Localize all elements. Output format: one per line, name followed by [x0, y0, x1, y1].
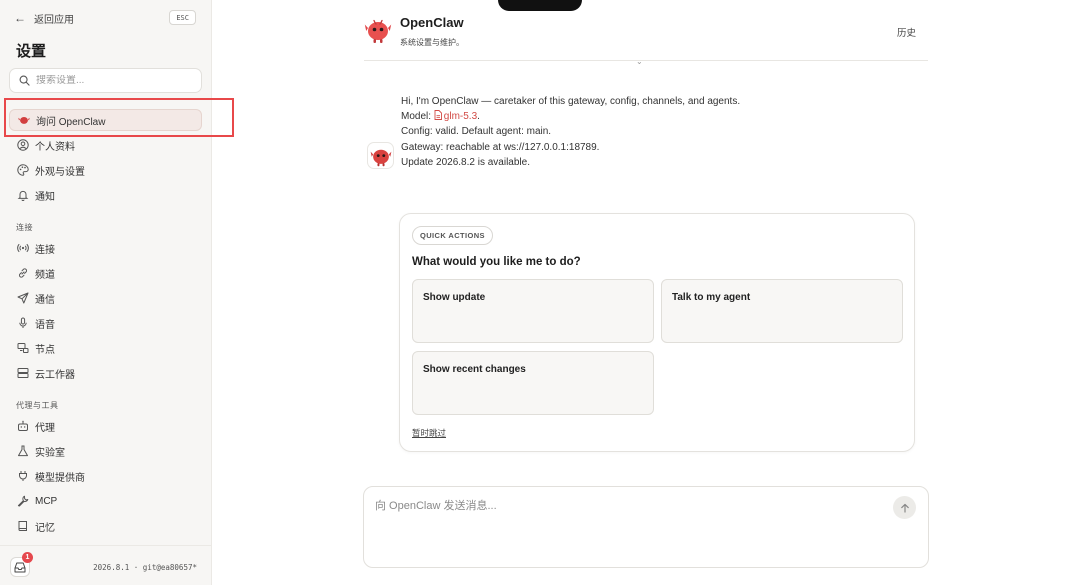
model-prefix: Model: — [401, 111, 434, 123]
sidebar-item-mcp[interactable]: MCP — [9, 490, 202, 512]
history-button[interactable]: 历史 — [897, 25, 916, 39]
sidebar-item-label: 外观与设置 — [35, 166, 85, 178]
arrow-left-icon: ← — [14, 11, 26, 25]
broadcast-icon — [17, 242, 29, 254]
palette-icon — [17, 164, 29, 176]
sidebar-item-label: 频道 — [35, 269, 55, 281]
send-button[interactable] — [893, 496, 916, 519]
sidebar-item-connection[interactable]: 连接 — [9, 237, 202, 259]
model-name: glm-5.3 — [443, 111, 478, 123]
sidebar-item-voice[interactable]: 语音 — [9, 312, 202, 334]
section-heading-connect: 连接 — [16, 223, 33, 232]
user-icon — [17, 139, 29, 151]
back-to-app-button[interactable]: ← 返回应用 ESC — [14, 10, 196, 26]
sidebar-item-label: 通知 — [35, 191, 55, 203]
sidebar-item-cloud-workers[interactable]: 云工作器 — [9, 362, 202, 384]
plug-icon — [17, 470, 29, 482]
openclaw-icon — [18, 114, 30, 126]
message-line: Config: valid. Default agent: main. — [401, 126, 552, 138]
sidebar-footer: 1 2026.8.1 · git@ea80657* — [0, 545, 212, 585]
back-label: 返回应用 — [34, 14, 74, 26]
flask-icon — [17, 445, 29, 457]
show-update-button[interactable]: Show update — [412, 279, 654, 343]
sidebar-item-messaging[interactable]: 通信 — [9, 287, 202, 309]
sidebar-item-label: 记忆 — [35, 522, 55, 534]
sidebar-item-ask-openclaw[interactable]: 询问 OpenClaw — [9, 109, 202, 131]
settings-sidebar: ← 返回应用 ESC 设置 询问 OpenClaw 个人资料 外观与设置 — [0, 0, 212, 585]
sidebar-item-channels[interactable]: 频道 — [9, 262, 202, 284]
openclaw-avatar-icon — [370, 149, 391, 166]
sidebar-item-appearance[interactable]: 外观与设置 — [9, 159, 202, 181]
talk-to-agent-button[interactable]: Talk to my agent — [661, 279, 903, 343]
search-icon — [19, 75, 30, 86]
sidebar-item-label: 通信 — [35, 294, 55, 306]
sidebar-item-memory[interactable]: 记忆 — [9, 515, 202, 537]
sidebar-item-label: MCP — [35, 495, 58, 507]
app-title: OpenClaw — [400, 15, 464, 30]
settings-title: 设置 — [16, 43, 47, 60]
microphone-icon — [17, 317, 29, 329]
robot-icon — [17, 420, 29, 432]
message-line: Gateway: reachable at ws://127.0.0.1:187… — [401, 141, 600, 153]
sidebar-item-label: 节点 — [35, 344, 55, 356]
sidebar-item-agents[interactable]: 代理 — [9, 415, 202, 437]
assistant-avatar — [367, 142, 394, 169]
model-link[interactable]: glm-5.3 — [434, 110, 478, 123]
show-recent-changes-button[interactable]: Show recent changes — [412, 351, 654, 415]
sidebar-item-label: 实验室 — [35, 447, 65, 459]
scrolled-text-fragment: ⌄ — [636, 57, 643, 66]
quick-actions-question: What would you like me to do? — [412, 256, 581, 268]
message-input[interactable] — [375, 497, 875, 537]
nodes-icon — [17, 342, 29, 354]
sidebar-item-label: 语音 — [35, 319, 55, 331]
app-subtitle: 系统设置与维护。 — [400, 38, 464, 47]
section-heading-agents-tools: 代理与工具 — [16, 401, 59, 410]
message-line: Update 2026.8.2 is available. — [401, 156, 530, 168]
openclaw-logo-icon — [364, 16, 392, 49]
inbox-icon — [14, 562, 26, 572]
send-icon — [17, 292, 29, 304]
version-label: 2026.8.1 · git@ea80657* — [93, 563, 197, 572]
sidebar-item-profile[interactable]: 个人资料 — [9, 134, 202, 156]
esc-key-hint: ESC — [169, 10, 196, 25]
wrench-icon — [17, 495, 29, 507]
search-input[interactable] — [36, 75, 186, 86]
sidebar-item-label: 个人资料 — [35, 141, 75, 153]
settings-search[interactable] — [9, 68, 202, 93]
message-line: Hi, I'm OpenClaw — caretaker of this gat… — [401, 96, 741, 107]
sidebar-item-model-providers[interactable]: 模型提供商 — [9, 465, 202, 487]
book-icon — [17, 520, 29, 532]
sidebar-item-label: 代理 — [35, 422, 55, 434]
header-divider — [364, 60, 928, 61]
quick-actions-pill: QUICK ACTIONS — [412, 226, 493, 245]
sidebar-item-lab[interactable]: 实验室 — [9, 440, 202, 462]
sidebar-item-nodes[interactable]: 节点 — [9, 337, 202, 359]
model-suffix: . — [477, 111, 480, 123]
server-icon — [17, 367, 29, 379]
assistant-message: Hi, I'm OpenClaw — caretaker of this gat… — [401, 94, 740, 170]
notification-badge: 1 — [22, 552, 33, 563]
sidebar-item-label: 询问 OpenClaw — [36, 116, 106, 128]
message-composer — [363, 486, 929, 568]
skip-for-now-link[interactable]: 暂时跳过 — [412, 427, 446, 439]
message-line-model: Model: glm-5.3. — [401, 109, 740, 124]
file-icon — [434, 110, 442, 121]
sidebar-item-notifications[interactable]: 通知 — [9, 184, 202, 206]
sidebar-item-label: 云工作器 — [35, 369, 75, 381]
sidebar-item-label: 连接 — [35, 244, 55, 256]
link-icon — [17, 267, 29, 279]
camera-notch — [498, 0, 582, 11]
quick-actions-card: QUICK ACTIONS What would you like me to … — [399, 213, 915, 452]
sidebar-item-label: 模型提供商 — [35, 472, 85, 484]
bell-icon — [17, 189, 29, 201]
arrow-up-icon — [900, 503, 909, 513]
